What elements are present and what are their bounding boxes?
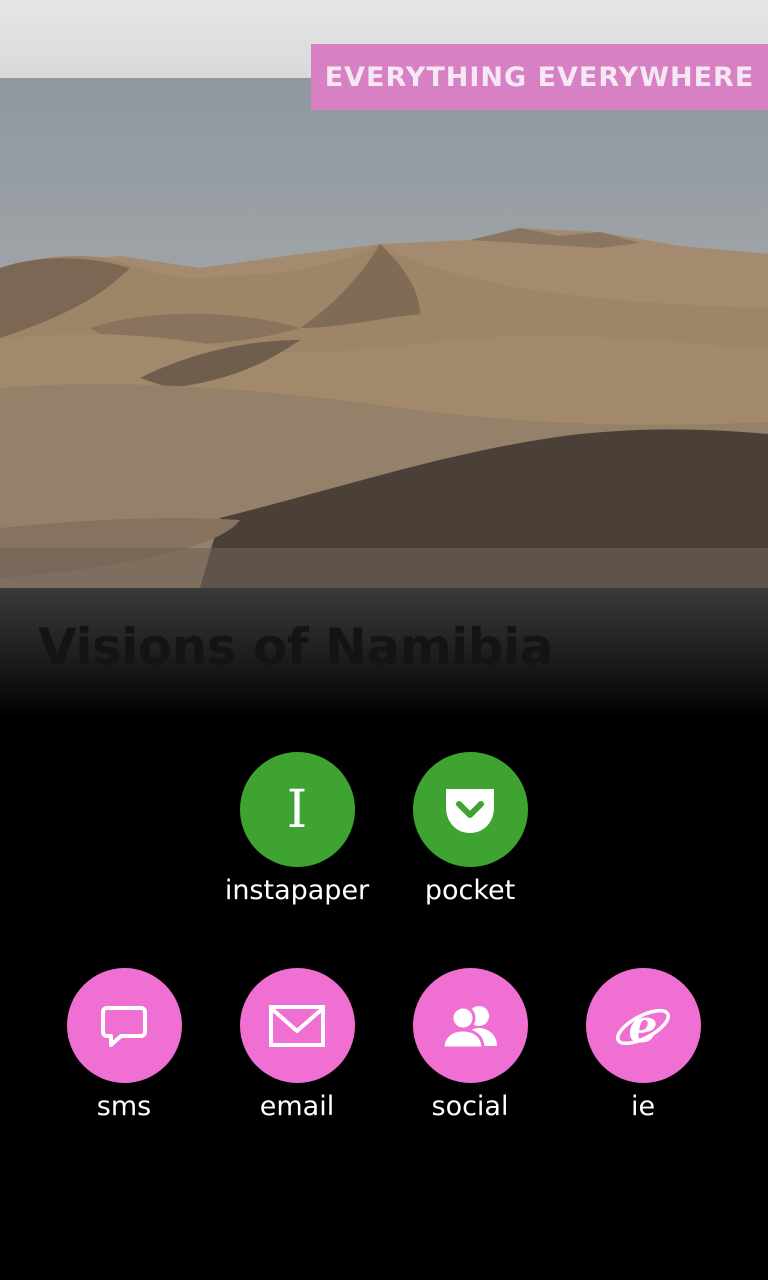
instapaper-icon: I <box>286 779 308 840</box>
pocket-button[interactable]: pocket <box>384 752 556 906</box>
svg-text:e: e <box>628 999 657 1053</box>
instapaper-circle[interactable]: I <box>239 752 355 867</box>
ie-icon: e <box>615 999 671 1053</box>
pocket-label: pocket <box>424 875 516 906</box>
ie-button[interactable]: e ie <box>557 968 729 1122</box>
pocket-circle[interactable] <box>412 752 528 867</box>
sms-button[interactable]: sms <box>38 968 210 1122</box>
hero-image <box>0 78 768 588</box>
instapaper-button[interactable]: I instapaper <box>211 752 383 906</box>
email-icon <box>269 1004 325 1047</box>
sms-label: sms <box>96 1091 152 1122</box>
social-label: social <box>431 1091 509 1122</box>
share-screen: EVERYTHING EVERYWHERE Visions of Namibia… <box>0 0 768 1280</box>
email-circle[interactable] <box>239 968 355 1083</box>
email-label: email <box>259 1091 335 1122</box>
social-button[interactable]: social <box>384 968 556 1122</box>
email-button[interactable]: email <box>211 968 383 1122</box>
ie-label: ie <box>630 1091 656 1122</box>
ie-circle[interactable]: e <box>585 968 701 1083</box>
pocket-icon <box>446 788 494 833</box>
social-icon <box>441 1005 497 1049</box>
sms-circle[interactable] <box>66 968 182 1083</box>
social-circle[interactable] <box>412 968 528 1083</box>
desert-dunes-image <box>0 78 768 588</box>
sms-icon <box>101 1005 147 1047</box>
article-title: Visions of Namibia <box>38 618 553 676</box>
app-banner: EVERYTHING EVERYWHERE <box>311 44 768 110</box>
instapaper-label: instapaper <box>224 875 370 906</box>
banner-label: EVERYTHING EVERYWHERE <box>324 61 755 93</box>
